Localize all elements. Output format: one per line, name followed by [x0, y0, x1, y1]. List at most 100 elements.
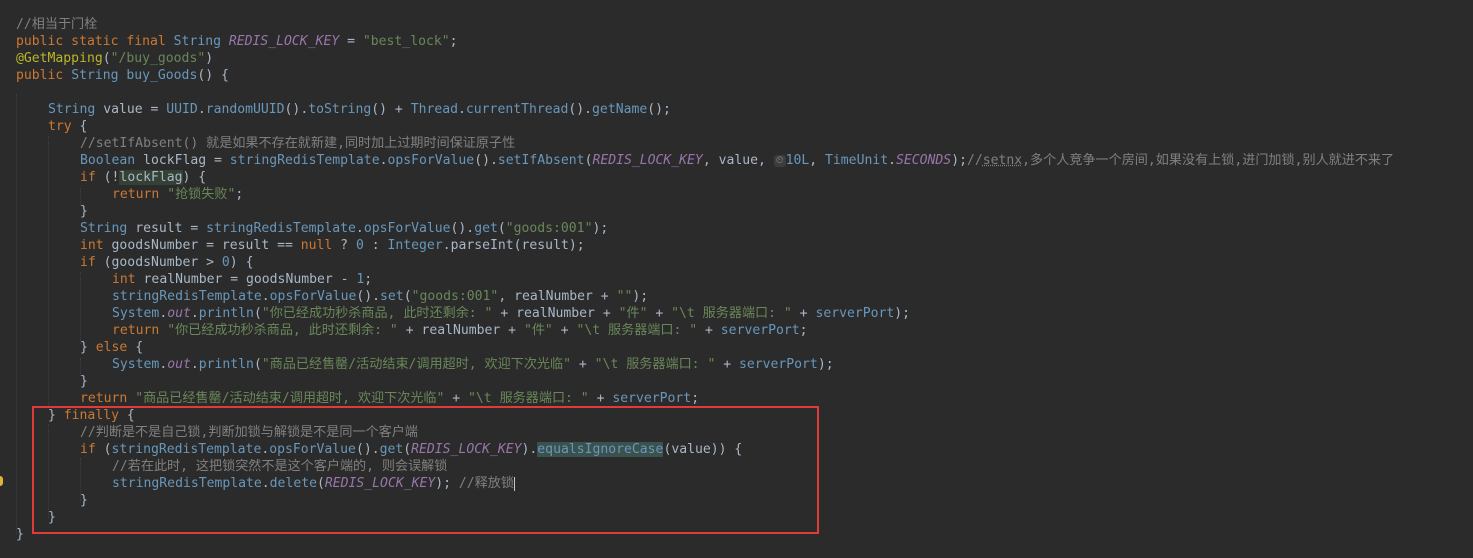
code-token: lockFlag = [143, 153, 230, 168]
code-line[interactable]: //相当于门栓 [16, 16, 97, 33]
code-token: setIfAbsent [497, 153, 585, 168]
code-line[interactable]: public static final String REDIS_LOCK_KE… [16, 33, 458, 50]
code-line[interactable]: String value = UUID.randomUUID().toStrin… [48, 101, 671, 118]
code-line[interactable]: int realNumber = goodsNumber - 1; [112, 271, 372, 288]
code-token: opsForValue [387, 153, 475, 168]
code-token: REDIS_LOCK_KEY [592, 153, 703, 168]
code-token: (). [568, 102, 593, 117]
code-token: , value, [702, 153, 774, 168]
code-line[interactable]: stringRedisTemplate.opsForValue().set("g… [112, 288, 648, 305]
code-token: //setIfAbsent() 就是如果不存在就新建,同时加上过期时间保证原子性 [80, 136, 516, 151]
code-line[interactable]: return "商品已经售罄/活动结束/调用超时, 欢迎下次光临" + "\t … [80, 390, 699, 407]
param-hint-icon: ⏲ [773, 154, 786, 167]
code-token: ; [691, 391, 700, 406]
code-token: : [371, 238, 388, 253]
code-token: Thread [410, 102, 459, 117]
code-token: getName [592, 102, 648, 117]
code-token: String [48, 102, 104, 117]
code-line[interactable]: Boolean lockFlag = stringRedisTemplate. o… [80, 152, 1394, 169]
code-token: return [80, 391, 136, 406]
code-line[interactable]: @GetMapping("/buy_goods") [16, 50, 213, 67]
code-token: Integer [387, 238, 443, 253]
code-token: System [112, 306, 160, 321]
code-token: opsForValue [363, 221, 451, 236]
code-token: result = [135, 221, 207, 236]
code-line[interactable]: //setIfAbsent() 就是如果不存在就新建,同时加上过期时间保证原子性 [80, 135, 515, 152]
code-line[interactable]: if (goodsNumber > 0) { [80, 254, 253, 271]
code-token: + [571, 357, 595, 372]
code-token: serverPort [720, 323, 800, 338]
code-token: (goodsNumber > [103, 255, 222, 270]
code-token: currentThread [465, 102, 569, 117]
code-line[interactable]: } [16, 526, 24, 543]
code-token: REDIS_LOCK_KEY [228, 34, 340, 49]
code-token: "商品已经售罄/活动结束/调用超时, 欢迎下次光临" [135, 391, 445, 406]
code-editor[interactable]: //相当于门栓 public static final String REDIS_… [0, 0, 1473, 558]
code-line[interactable]: try { [48, 118, 87, 135]
code-line[interactable]: } else { [80, 339, 143, 356]
code-token: + realNumber + [492, 306, 619, 321]
code-token: ? [340, 238, 356, 253]
code-token: UUID [166, 102, 198, 117]
code-token: "件" [618, 306, 648, 321]
code-token: out [167, 357, 191, 372]
code-token: (). [474, 153, 498, 168]
code-token: + [791, 306, 816, 321]
code-token: set [380, 289, 404, 304]
code-token: randomUUID [205, 102, 285, 117]
code-token: ); [632, 289, 649, 304]
code-token: int [80, 238, 112, 253]
code-token: . [888, 153, 896, 168]
code-token: "商品已经售罄/活动结束/调用超时, 欢迎下次光临" [261, 357, 572, 372]
code-token: serverPort [815, 306, 895, 321]
code-token: + [588, 391, 613, 406]
code-token: Boolean [80, 153, 144, 168]
code-token: println [198, 357, 254, 372]
code-line[interactable]: if (!lockFlag) { [80, 169, 206, 186]
code-token: println [198, 306, 254, 321]
code-line[interactable]: public String buy_Goods() { [16, 67, 229, 84]
code-line[interactable]: } [80, 203, 88, 220]
code-line[interactable]: } [80, 373, 88, 390]
code-token: } [80, 340, 96, 355]
code-token: ; [235, 187, 244, 202]
code-token: "goods:001" [411, 289, 499, 304]
code-token: ( [102, 51, 111, 66]
code-token: ( [253, 357, 262, 372]
code-token: try [48, 119, 80, 134]
lightbulb-icon[interactable] [0, 476, 3, 486]
code-token: if [80, 255, 104, 270]
code-token: (! [103, 170, 120, 185]
code-token: setnx [982, 153, 1023, 168]
code-token: ) [205, 51, 214, 66]
indent-guide [16, 94, 17, 534]
code-token: stringRedisTemplate [229, 153, 380, 168]
code-token: { [79, 119, 88, 134]
code-token: buy_Goods [126, 68, 198, 83]
code-line[interactable]: return "你已经成功秒杀商品, 此时还剩余: " + realNumber… [112, 322, 808, 339]
code-token: get [474, 221, 498, 236]
code-token: "/buy_goods" [110, 51, 206, 66]
code-token: (). [450, 221, 475, 236]
code-line[interactable]: System.out.println("你已经成功秒杀商品, 此时还剩余: " … [112, 305, 910, 322]
code-token: if [80, 170, 104, 185]
code-token: String [80, 221, 136, 236]
code-token: (). [356, 289, 381, 304]
code-token: return [112, 187, 168, 202]
code-token: (); [647, 102, 671, 117]
code-token: goodsNumber = result == [111, 238, 301, 253]
code-line[interactable]: int goodsNumber = result == null ? 0 : I… [80, 237, 585, 254]
code-token: toString [308, 102, 372, 117]
code-token: opsForValue [269, 289, 357, 304]
code-token: "\t 服务器端口: " [576, 323, 698, 338]
code-token: ( [403, 289, 412, 304]
code-line[interactable]: String result = stringRedisTemplate.opsF… [80, 220, 608, 237]
code-token: = [339, 34, 363, 49]
code-token: "件" [523, 323, 553, 338]
code-token: } [16, 527, 24, 542]
code-token: ; [799, 323, 808, 338]
code-token: + [444, 391, 469, 406]
code-token: "\t 服务器端口: " [671, 306, 792, 321]
code-line[interactable]: return "抢锁失败"; [112, 186, 243, 203]
code-line[interactable]: System.out.println("商品已经售罄/活动结束/调用超时, 欢迎… [112, 356, 834, 373]
